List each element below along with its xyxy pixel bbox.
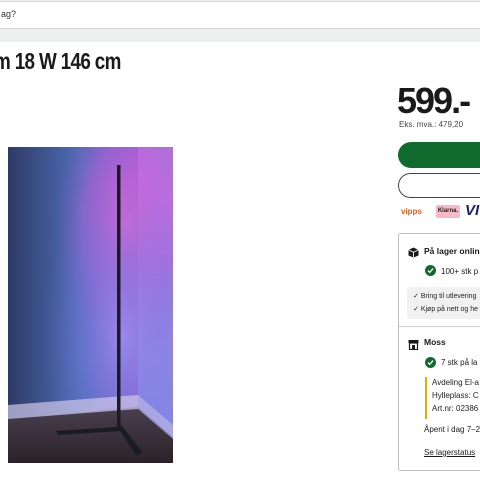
lamp-pole [117, 165, 121, 427]
klarna-logo: Klarna. [436, 205, 460, 218]
stock-panel: På lager online 100+ stk p ✓ Bring til u… [398, 233, 480, 471]
location-article-number: Art.nr: 02386 [432, 404, 479, 413]
location-shelf: Hylleplass: C [432, 391, 479, 400]
stock-status-link[interactable]: Se lagerstatus [424, 448, 475, 457]
product-image[interactable] [8, 147, 173, 463]
price: 599.- [397, 80, 471, 121]
delivery-options: ✓ Bring til utlevering ✓ Kjøp på nett og… [407, 287, 480, 319]
check-icon [425, 265, 436, 276]
delivery-option: ✓ Bring til utlevering [413, 293, 477, 300]
product-title: m 18 W 146 cm [0, 48, 121, 74]
price-ex-vat: Eks. mva.: 479,20 [399, 120, 464, 129]
location-department: Avdeling El-a [432, 378, 479, 387]
search-input[interactable]: ag? [0, 1, 480, 29]
online-stock-title: På lager online [424, 246, 480, 256]
package-icon [408, 245, 419, 263]
visa-logo: VI [465, 202, 480, 219]
online-stock-count: 100+ stk p [441, 267, 479, 276]
opening-hours: Åpent i dag 7–2 [424, 425, 480, 434]
divider [399, 326, 480, 327]
store-stock-count: 7 stk på la [441, 358, 478, 367]
corner-lamp-photo [8, 147, 173, 463]
store-name: Moss [424, 337, 446, 347]
search-input-value: ag? [1, 9, 17, 19]
delivery-option: ✓ Kjøp på nett og he [413, 306, 479, 313]
store-location: Avdeling El-a Hylleplass: C Art.nr: 0238… [425, 377, 480, 419]
secondary-action-button[interactable] [398, 173, 480, 198]
top-bar: ag? [0, 0, 480, 42]
store-icon [408, 337, 419, 355]
vipps-logo: vipps [401, 207, 422, 216]
check-icon [425, 357, 436, 368]
add-to-cart-button[interactable] [398, 142, 480, 168]
